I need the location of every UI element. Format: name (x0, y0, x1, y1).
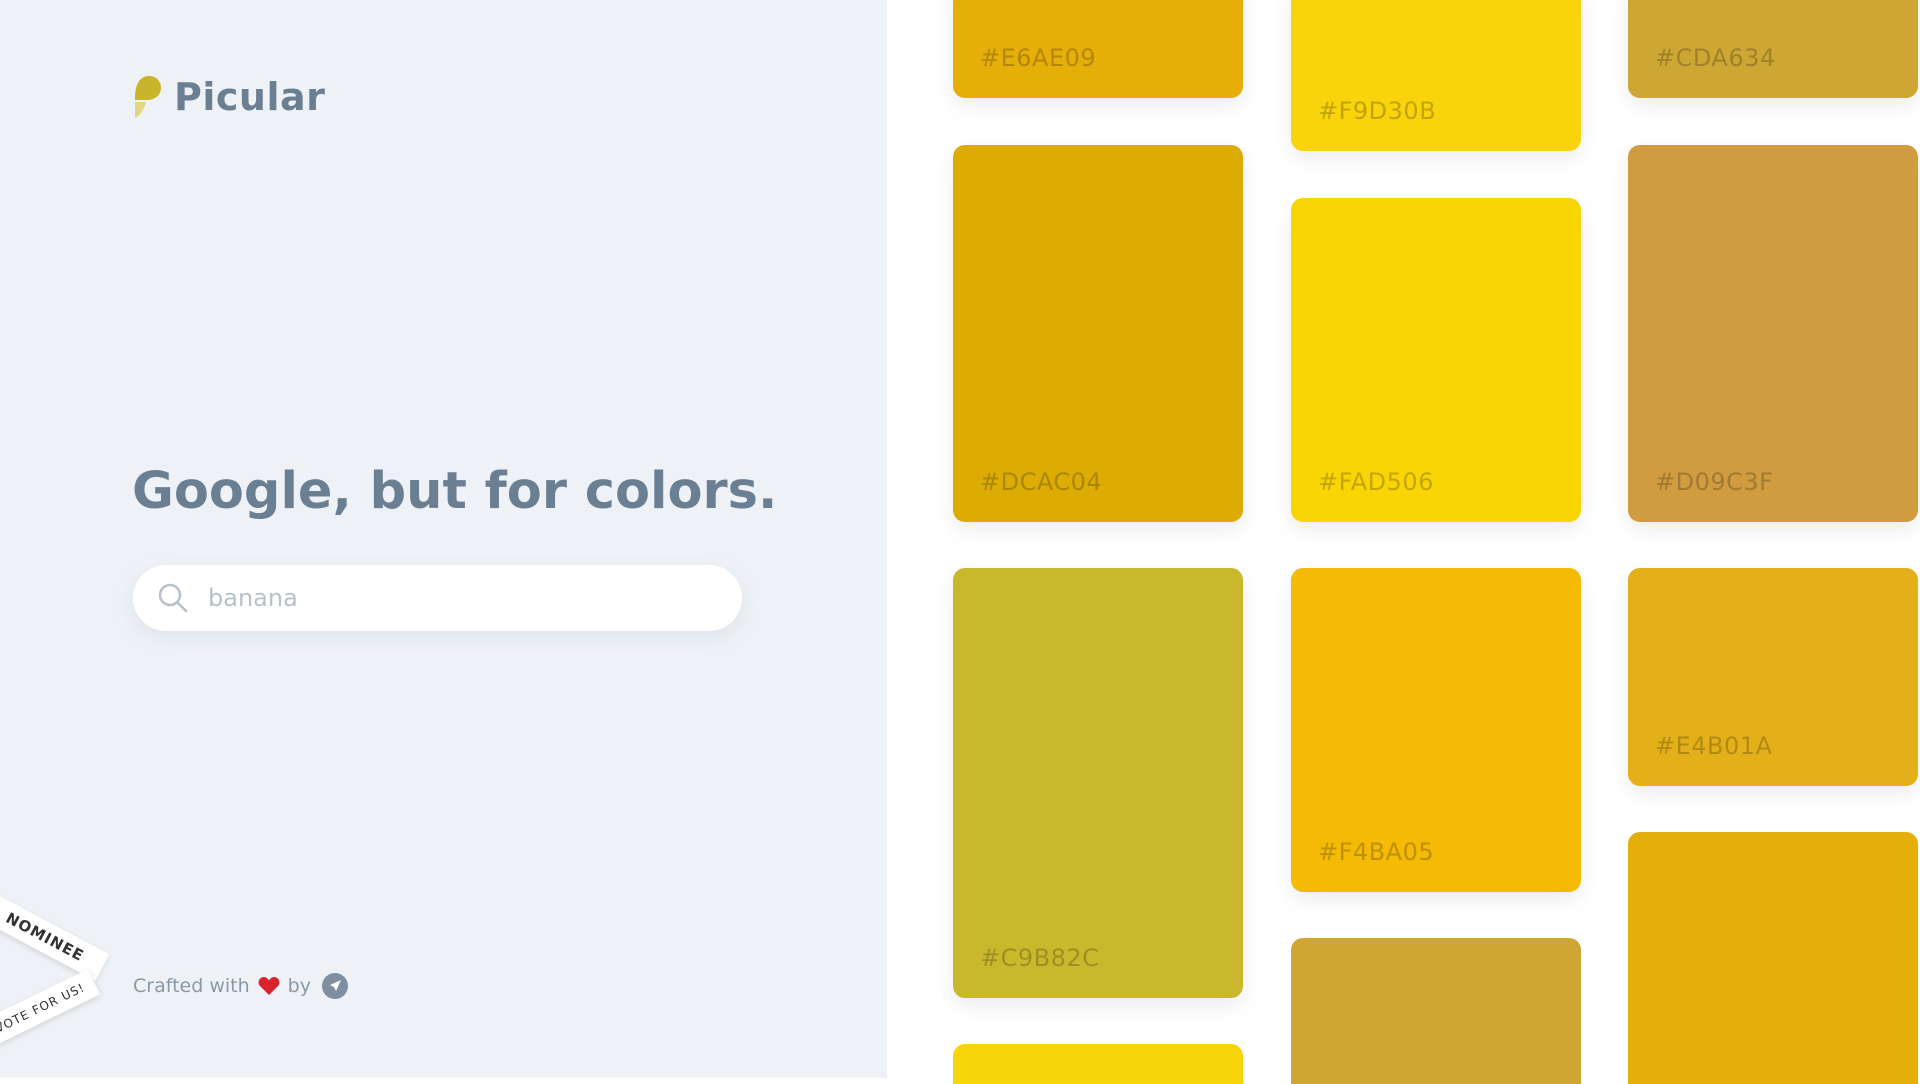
color-swatch[interactable] (1291, 938, 1581, 1084)
author-logo-icon[interactable] (321, 972, 349, 1000)
headline: Google, but for colors. (132, 462, 778, 521)
color-swatch[interactable]: #C9B82C (953, 568, 1243, 998)
logo[interactable]: Picular (132, 74, 325, 120)
search-icon (158, 583, 188, 613)
color-swatch[interactable]: #DCAC04 (953, 145, 1243, 522)
color-swatch[interactable]: #CDA634 (1628, 0, 1918, 98)
color-swatch[interactable]: #FAD506 (1291, 198, 1581, 522)
heart-icon (258, 977, 280, 995)
crafted-text: Crafted with (133, 975, 250, 997)
swatch-hex-label: #F4BA05 (1318, 838, 1435, 866)
swatch-hex-label: #CDA634 (1655, 44, 1776, 72)
color-swatch[interactable]: #D09C3F (1628, 145, 1918, 522)
color-swatch[interactable]: #E6AE09 (953, 0, 1243, 98)
search-box[interactable] (133, 565, 742, 631)
vote-ribbon[interactable]: VOTE FOR US! (0, 969, 101, 1047)
swatch-hex-label: #FAD506 (1318, 468, 1434, 496)
picular-logo-icon (135, 76, 161, 118)
color-swatch[interactable] (953, 1044, 1243, 1084)
color-swatch[interactable]: #F4BA05 (1291, 568, 1581, 892)
nominee-ribbon[interactable]: NOMINEE (0, 893, 110, 981)
swatch-hex-label: #F9D30B (1318, 97, 1437, 125)
swatch-hex-label: #DCAC04 (980, 468, 1103, 496)
color-swatch[interactable]: #E4B01A (1628, 568, 1918, 786)
swatch-hex-label: #E4B01A (1655, 732, 1773, 760)
by-text: by (287, 975, 311, 997)
swatch-hex-label: #D09C3F (1655, 468, 1774, 496)
color-swatch[interactable]: #F9D30B (1291, 0, 1581, 151)
footer-credit: Crafted with by (133, 972, 349, 1000)
swatch-hex-label: #E6AE09 (980, 44, 1097, 72)
search-input[interactable] (206, 583, 690, 613)
logo-name: Picular (174, 75, 326, 119)
color-swatch[interactable] (1628, 832, 1918, 1084)
left-panel: Picular Google, but for colors. Crafted … (0, 0, 887, 1078)
swatch-hex-label: #C9B82C (980, 944, 1100, 972)
